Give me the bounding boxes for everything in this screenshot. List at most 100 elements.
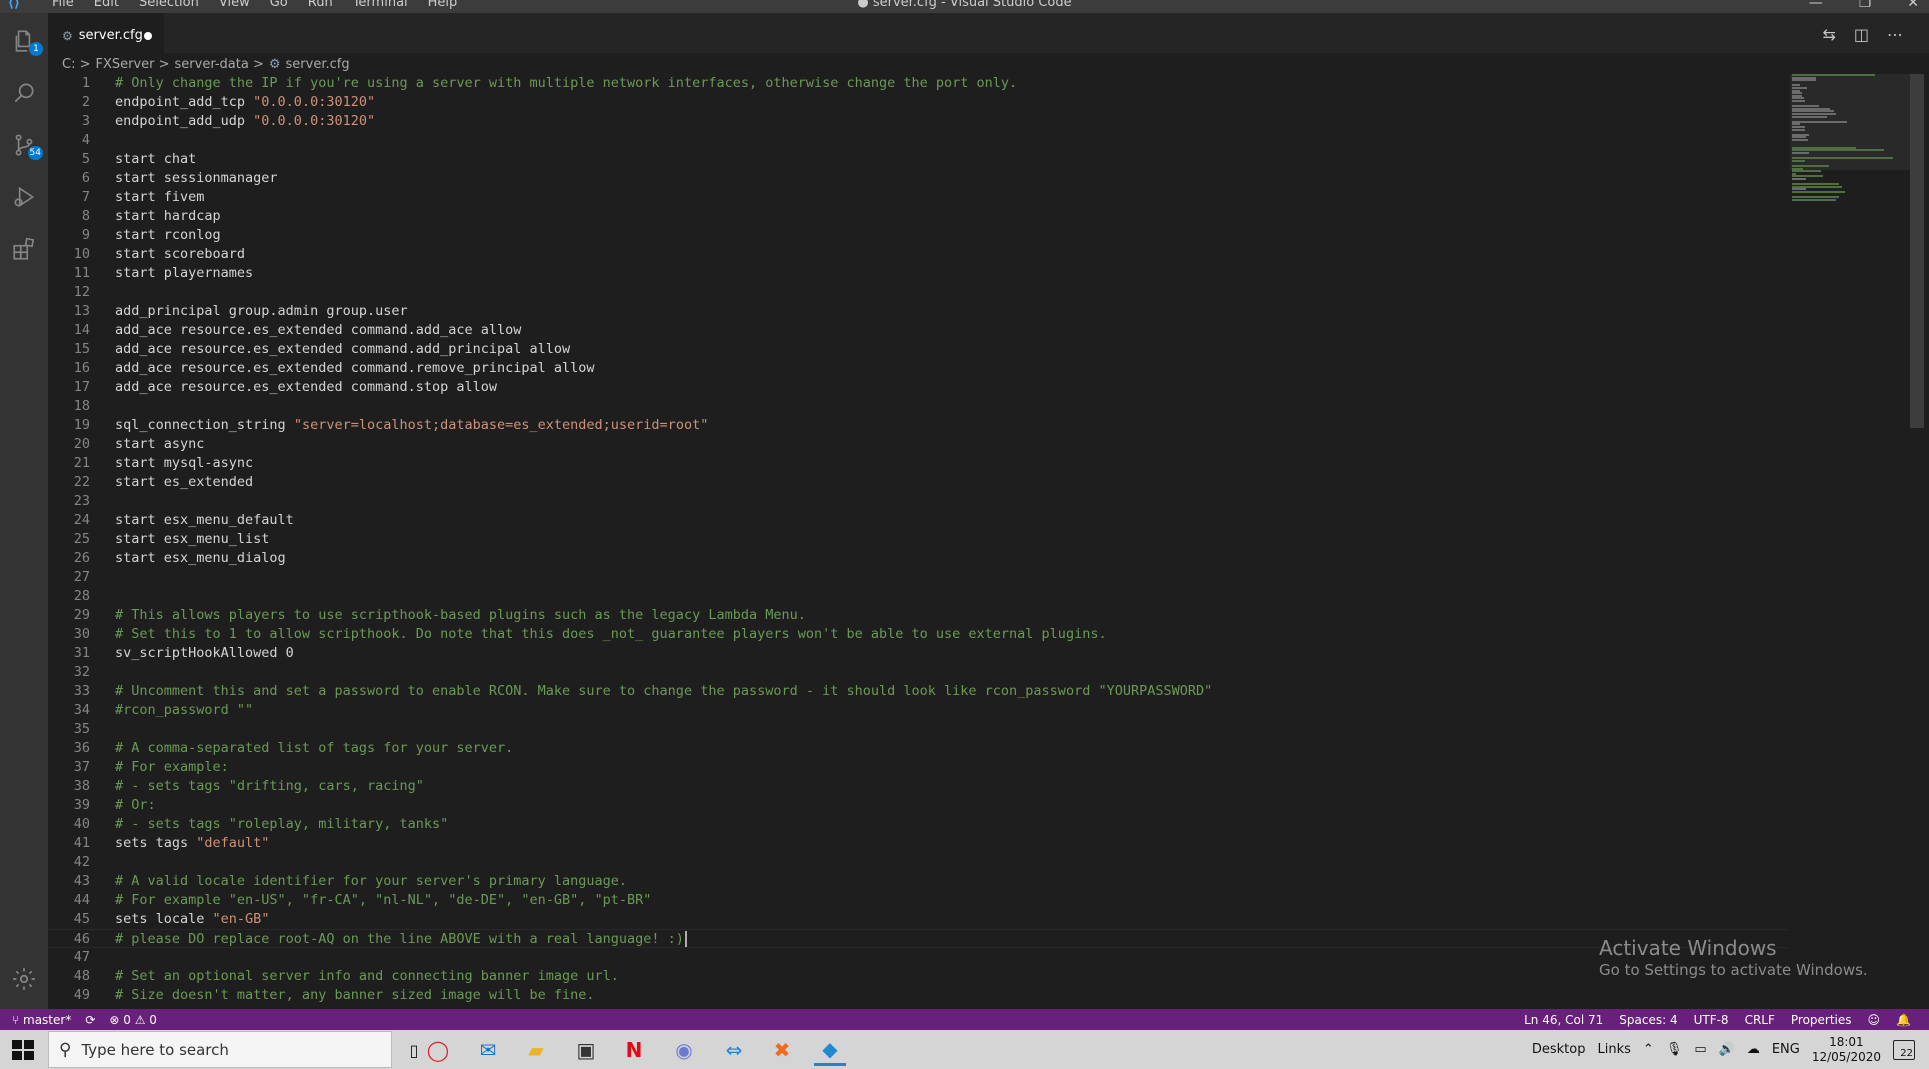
links-toolbar[interactable]: Links — [1598, 1042, 1631, 1057]
opera-icon[interactable]: ◯ — [422, 1034, 454, 1066]
code-line[interactable]: 38 # - sets tags "drifting, cars, racing" — [48, 777, 1788, 796]
code-line[interactable]: 30 # Set this to 1 to allow scripthook. D… — [48, 625, 1788, 644]
source-control-icon[interactable]: 54 — [0, 121, 48, 169]
code-line[interactable]: 28 — [48, 587, 1788, 606]
code-line[interactable]: 36 # A comma-separated list of tags for y… — [48, 739, 1788, 758]
taskbar-search-box[interactable]: ⚲ Type here to search — [48, 1031, 392, 1068]
netflix-icon[interactable]: N — [618, 1034, 650, 1066]
feedback-icon[interactable]: ☺ — [1868, 1013, 1881, 1027]
code-line[interactable]: 4 — [48, 131, 1788, 150]
sync-icon[interactable]: ⟳ — [85, 1013, 95, 1027]
code-line[interactable]: 22 start es_extended — [48, 473, 1788, 492]
more-actions-icon[interactable]: ⋯ — [1887, 25, 1903, 44]
file-explorer-icon[interactable]: ▰ — [520, 1034, 552, 1066]
code-line[interactable]: 23 — [48, 492, 1788, 511]
action-center-icon[interactable]: 22 — [1893, 1039, 1915, 1060]
git-branch[interactable]: ⑂ master* — [12, 1013, 71, 1027]
network-icon[interactable]: ▭ — [1694, 1042, 1706, 1057]
code-line[interactable]: 15 add_ace resource.es_extended command.a… — [48, 340, 1788, 359]
minimize-button[interactable]: — — [1809, 0, 1823, 11]
code-line[interactable]: 47 — [48, 948, 1788, 967]
problems-indicator[interactable]: ⊗ 0 ⚠ 0 — [109, 1013, 157, 1027]
code-line[interactable]: 41 sets tags "default" — [48, 834, 1788, 853]
encoding[interactable]: UTF-8 — [1694, 1013, 1729, 1027]
code-line[interactable]: 16 add_ace resource.es_extended command.r… — [48, 359, 1788, 378]
windows-start-icon[interactable] — [12, 1040, 34, 1060]
breadcrumb-drive[interactable]: C: > — [62, 57, 90, 72]
code-line[interactable]: 19 sql_connection_string "server=localhos… — [48, 416, 1788, 435]
code-line[interactable]: 37 # For example: — [48, 758, 1788, 777]
microphone-icon[interactable]: 🎙 — [1666, 1042, 1683, 1057]
code-line[interactable]: 46 # please DO replace root-AQ on the lin… — [48, 929, 1788, 948]
settings-gear-icon[interactable] — [0, 955, 48, 1003]
run-debug-icon[interactable] — [0, 173, 48, 221]
line-ending[interactable]: CRLF — [1745, 1013, 1775, 1027]
code-line[interactable]: 49 # Size doesn't matter, any banner size… — [48, 986, 1788, 1004]
language-mode[interactable]: Properties — [1791, 1013, 1852, 1027]
code-line[interactable]: 42 — [48, 853, 1788, 872]
code-line[interactable]: 26 start esx_menu_dialog — [48, 549, 1788, 568]
discord-icon[interactable]: ◉ — [668, 1034, 700, 1066]
breadcrumb-file[interactable]: server.cfg — [286, 57, 350, 72]
code-line[interactable]: 35 — [48, 720, 1788, 739]
breadcrumb-fxserver[interactable]: FXServer > — [95, 57, 169, 72]
code-line[interactable]: 25 start esx_menu_list — [48, 530, 1788, 549]
xampp-icon[interactable]: ✖ — [766, 1034, 798, 1066]
code-line[interactable]: 44 # For example "en-US", "fr-CA", "nl-NL… — [48, 891, 1788, 910]
code-line[interactable]: 5 start chat — [48, 150, 1788, 169]
tab-server-cfg[interactable]: ⚙ server.cfg — [48, 13, 164, 58]
notifications-bell-icon[interactable]: 🔔 — [1896, 1013, 1911, 1027]
code-line[interactable]: 13 add_principal group.admin group.user — [48, 302, 1788, 321]
close-button[interactable]: ✕ — [1907, 0, 1919, 11]
code-line[interactable]: 34 #rcon_password "" — [48, 701, 1788, 720]
code-line[interactable]: 29 # This allows players to use scripthoo… — [48, 606, 1788, 625]
code-line[interactable]: 33 # Uncomment this and set a password to… — [48, 682, 1788, 701]
code-line[interactable]: 43 # A valid locale identifier for your s… — [48, 872, 1788, 891]
unsaved-dot-icon[interactable] — [144, 32, 152, 40]
cursor-position[interactable]: Ln 46, Col 71 — [1524, 1013, 1603, 1027]
code-line[interactable]: 7 start fivem — [48, 188, 1788, 207]
code-line[interactable]: 31 sv_scriptHookAllowed 0 — [48, 644, 1788, 663]
extensions-icon[interactable] — [0, 225, 48, 273]
code-line[interactable]: 21 start mysql-async — [48, 454, 1788, 473]
code-line[interactable]: 10 start scoreboard — [48, 245, 1788, 264]
onedrive-icon[interactable]: ☁ — [1747, 1042, 1760, 1057]
code-line[interactable]: 9 start rconlog — [48, 226, 1788, 245]
tray-chevron-up-icon[interactable]: ⌃ — [1643, 1042, 1654, 1057]
code-line[interactable]: 39 # Or: — [48, 796, 1788, 815]
code-line[interactable]: 17 add_ace resource.es_extended command.s… — [48, 378, 1788, 397]
mail-icon[interactable]: ✉ — [472, 1034, 504, 1066]
language-indicator[interactable]: ENG — [1772, 1042, 1800, 1057]
code-line[interactable]: 8 start hardcap — [48, 207, 1788, 226]
minimap[interactable] — [1790, 74, 1910, 1004]
code-line[interactable]: 27 — [48, 568, 1788, 587]
code-line[interactable]: 11 start playernames — [48, 264, 1788, 283]
code-line[interactable]: 18 — [48, 397, 1788, 416]
code-line[interactable]: 14 add_ace resource.es_extended command.a… — [48, 321, 1788, 340]
vertical-scrollbar[interactable] — [1910, 74, 1924, 1004]
code-line[interactable]: 3 endpoint_add_udp "0.0.0.0:30120" — [48, 112, 1788, 131]
code-line[interactable]: 20 start async — [48, 435, 1788, 454]
restore-button[interactable]: ❐ — [1859, 0, 1872, 11]
code-line[interactable]: 1 # Only change the IP if you're using a … — [48, 74, 1788, 93]
code-line[interactable]: 6 start sessionmanager — [48, 169, 1788, 188]
indentation[interactable]: Spaces: 4 — [1619, 1013, 1677, 1027]
volume-icon[interactable]: 🔊 — [1719, 1042, 1735, 1057]
code-line[interactable]: 32 — [48, 663, 1788, 682]
vscode-icon[interactable]: ◆ — [814, 1034, 846, 1066]
split-editor-icon[interactable]: ◫ — [1854, 25, 1869, 44]
code-line[interactable]: 40 # - sets tags "roleplay, military, tan… — [48, 815, 1788, 834]
clock[interactable]: 18:01 12/05/2020 — [1812, 1035, 1881, 1065]
code-editor[interactable]: 1 # Only change the IP if you're using a … — [48, 74, 1788, 1004]
open-changes-icon[interactable]: ⇆ — [1822, 25, 1835, 44]
explorer-icon[interactable]: 1 — [0, 17, 48, 65]
search-icon[interactable] — [0, 69, 48, 117]
code-line[interactable]: 24 start esx_menu_default — [48, 511, 1788, 530]
scrollbar-thumb[interactable] — [1910, 74, 1924, 428]
code-line[interactable]: 45 sets locale "en-GB" — [48, 910, 1788, 929]
desktop-toolbar[interactable]: Desktop — [1532, 1042, 1586, 1057]
code-line[interactable]: 2 endpoint_add_tcp "0.0.0.0:30120" — [48, 93, 1788, 112]
code-line[interactable]: 48 # Set an optional server info and conn… — [48, 967, 1788, 986]
code-line[interactable]: 12 — [48, 283, 1788, 302]
breadcrumb-server-data[interactable]: server-data > — [175, 57, 264, 72]
